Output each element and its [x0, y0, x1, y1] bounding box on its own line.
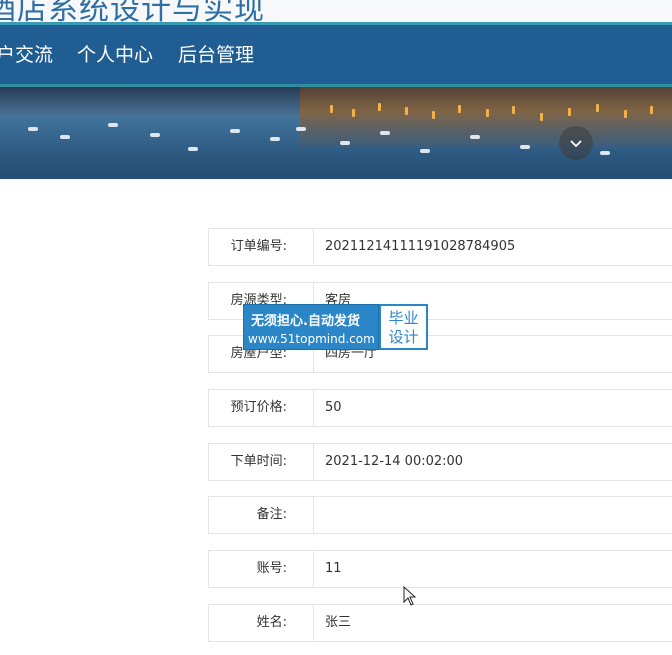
- nav-item-user-exchange[interactable]: 户交流: [0, 40, 53, 67]
- site-title: 酒店系统设计与实现: [0, 0, 265, 22]
- nav-item-personal-center[interactable]: 个人中心: [77, 40, 153, 67]
- detail-value: [314, 496, 672, 534]
- detail-label: 备注:: [208, 496, 314, 534]
- scroll-down-button[interactable]: [559, 126, 593, 160]
- banner-city-lights: [300, 87, 672, 147]
- main-nav: 户交流 个人中心 后台管理: [0, 22, 672, 84]
- site-title-bar: 酒店系统设计与实现: [0, 0, 672, 22]
- detail-row-order-time: 下单时间: 2021-12-14 00:02:00: [208, 443, 672, 481]
- nav-item-admin[interactable]: 后台管理: [178, 40, 254, 67]
- detail-label: 账号:: [208, 550, 314, 588]
- watermark-line2: www.51topmind.com: [248, 332, 375, 346]
- detail-row-account: 账号: 11: [208, 550, 672, 588]
- watermark-right-line2: 设计: [388, 328, 419, 346]
- watermark-badge: 无须担心.自动发货 www.51topmind.com 毕业 设计: [243, 304, 428, 350]
- detail-row-order-number: 订单编号: 20211214111191028784905: [208, 228, 672, 266]
- detail-label: 预订价格:: [208, 389, 314, 427]
- detail-value: 20211214111191028784905: [314, 228, 672, 266]
- watermark-line1: 无须担心.自动发货: [251, 314, 360, 329]
- detail-row-remark: 备注:: [208, 496, 672, 534]
- detail-label: 下单时间:: [208, 443, 314, 481]
- detail-value: 11: [314, 550, 672, 588]
- watermark-left: 无须担心.自动发货 www.51topmind.com: [243, 304, 379, 350]
- detail-label: 姓名:: [208, 604, 314, 642]
- detail-value: 2021-12-14 00:02:00: [314, 443, 672, 481]
- detail-value: 50: [314, 389, 672, 427]
- detail-label: 订单编号:: [208, 228, 314, 266]
- watermark-right: 毕业 设计: [379, 304, 428, 350]
- detail-row-price: 预订价格: 50: [208, 389, 672, 427]
- detail-value: 张三: [314, 604, 672, 642]
- chevron-down-icon: [570, 139, 582, 147]
- detail-row-name: 姓名: 张三: [208, 604, 672, 642]
- watermark-right-line1: 毕业: [388, 309, 419, 327]
- mouse-cursor-icon: [403, 586, 417, 606]
